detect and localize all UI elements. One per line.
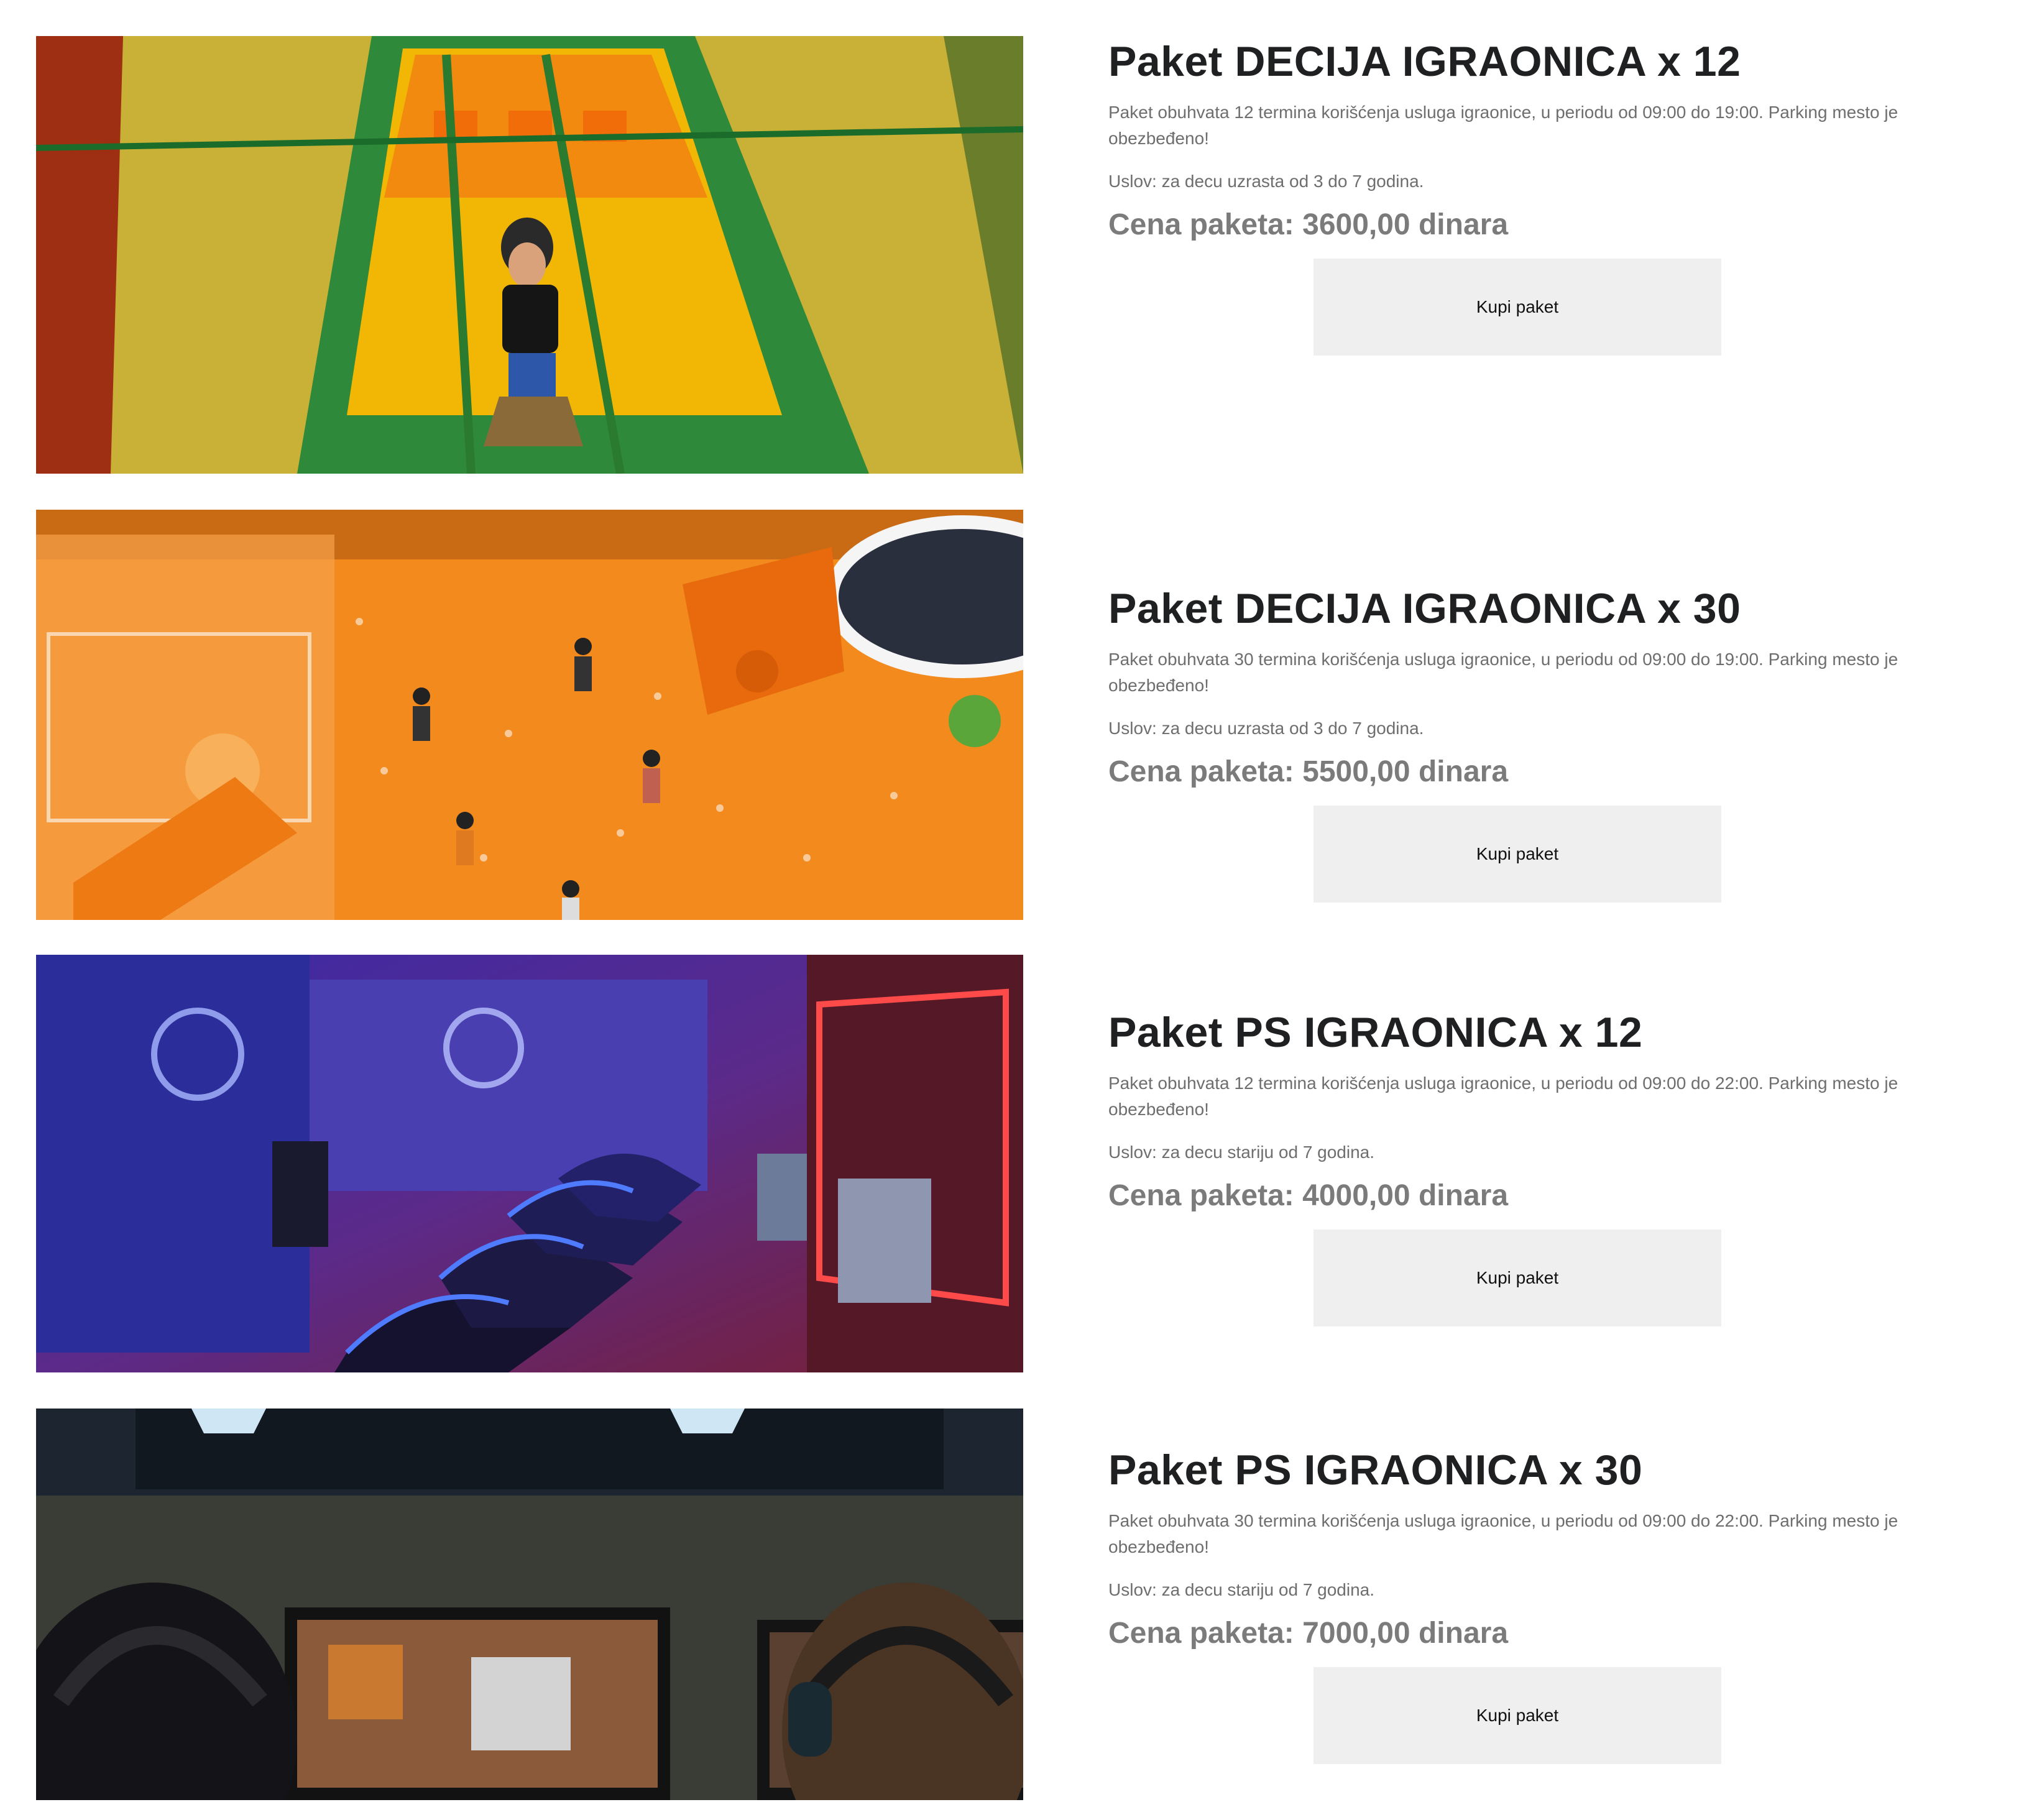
buy-package-button[interactable]: Kupi paket — [1314, 1229, 1721, 1326]
package-price: Cena paketa: 7000,00 dinara — [1108, 1617, 1509, 1650]
package-card-decija-12: Paket DECIJA IGRAONICA x 12 Paket obuhva… — [0, 36, 2029, 474]
package-condition: Uslov: za decu stariju od 7 godina. — [1108, 1142, 1375, 1162]
package-price: Cena paketa: 5500,00 dinara — [1108, 755, 1509, 788]
package-card-ps-12: Paket PS IGRAONICA x 12 Paket obuhvata 1… — [0, 955, 2029, 1372]
gamers-at-monitors-photo — [36, 1409, 1023, 1800]
package-condition: Uslov: za decu stariju od 7 godina. — [1108, 1580, 1375, 1599]
package-description: Paket obuhvata 12 termina korišćenja usl… — [1108, 1073, 1898, 1119]
package-title: Paket PS IGRAONICA x 12 — [1108, 1009, 1643, 1056]
package-price: Cena paketa: 4000,00 dinara — [1108, 1179, 1509, 1212]
package-card-ps-30: Paket PS IGRAONICA x 30 Paket obuhvata 3… — [0, 1409, 2029, 1800]
package-card-decija-30: Paket DECIJA IGRAONICA x 30 Paket obuhva… — [0, 510, 2029, 920]
child-on-slide-photo — [36, 36, 1023, 474]
package-info: Paket PS IGRAONICA x 30 Paket obuhvata 3… — [1108, 1445, 1966, 1800]
package-info: Paket DECIJA IGRAONICA x 30 Paket obuhva… — [1108, 583, 1966, 920]
buy-package-button[interactable]: Kupi paket — [1314, 806, 1721, 903]
package-description: Paket obuhvata 30 termina korišćenja usl… — [1108, 1511, 1898, 1556]
package-title: Paket PS IGRAONICA x 30 — [1108, 1446, 1643, 1494]
gaming-arena-photo — [36, 955, 1023, 1372]
package-price: Cena paketa: 3600,00 dinara — [1108, 208, 1509, 241]
package-info: Paket DECIJA IGRAONICA x 12 Paket obuhva… — [1108, 36, 1966, 474]
package-title: Paket DECIJA IGRAONICA x 12 — [1108, 38, 1741, 85]
package-info: Paket PS IGRAONICA x 12 Paket obuhvata 1… — [1108, 1007, 1966, 1372]
package-description: Paket obuhvata 12 termina korišćenja usl… — [1108, 103, 1898, 148]
buy-package-button[interactable]: Kupi paket — [1314, 1667, 1721, 1764]
ball-pit-photo — [36, 510, 1023, 920]
package-title: Paket DECIJA IGRAONICA x 30 — [1108, 585, 1741, 632]
package-condition: Uslov: za decu uzrasta od 3 do 7 godina. — [1108, 719, 1424, 738]
package-description: Paket obuhvata 30 termina korišćenja usl… — [1108, 650, 1898, 695]
package-condition: Uslov: za decu uzrasta od 3 do 7 godina. — [1108, 172, 1424, 191]
buy-package-button[interactable]: Kupi paket — [1314, 259, 1721, 356]
